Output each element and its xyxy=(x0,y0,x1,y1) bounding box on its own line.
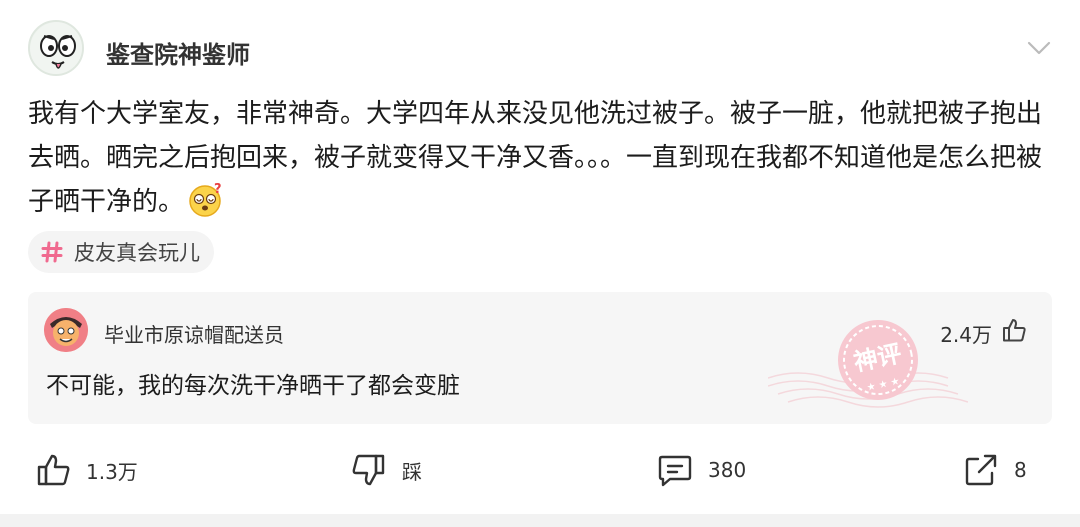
comment-button[interactable]: 380 xyxy=(656,450,746,490)
share-icon xyxy=(965,454,997,486)
chevron-down-icon[interactable] xyxy=(1026,40,1052,56)
topic-tag-label: 皮友真会玩儿 xyxy=(74,241,200,265)
thumbs-down-icon xyxy=(352,454,385,486)
author-avatar[interactable] xyxy=(28,20,84,76)
like-count: 1.3万 xyxy=(86,459,138,484)
dislike-label: 踩 xyxy=(402,459,422,484)
commenter-avatar[interactable] xyxy=(44,308,88,352)
comment-bubble-icon xyxy=(658,455,692,487)
featured-comment[interactable]: 神评 ★ ★ ★ 毕业市原谅帽配送员 2.4万 不可能，我的每次洗干净晒干了都会… xyxy=(28,292,1052,424)
thumbs-up-icon[interactable] xyxy=(1000,316,1028,344)
share-count: 8 xyxy=(1014,458,1027,482)
comment-text: 不可能，我的每次洗干净晒干了都会变脏 xyxy=(46,373,460,399)
topic-tag[interactable]: 皮友真会玩儿 xyxy=(28,231,214,273)
comment-count: 380 xyxy=(708,458,747,482)
thumbs-up-icon xyxy=(37,454,70,486)
like-button[interactable]: 1.3万 xyxy=(34,450,138,490)
post-text: 我有个大学室友，非常神奇。大学四年从来没见他洗过被子。被子一脏，他就把被子抱出去… xyxy=(28,99,1043,217)
svg-text:?: ? xyxy=(214,182,222,197)
hashtag-icon xyxy=(41,241,63,263)
cartoon-face-icon xyxy=(30,22,82,74)
post-content[interactable]: 我有个大学室友，非常神奇。大学四年从来没见他洗过被子。被子一脏，他就把被子抱出去… xyxy=(28,92,1052,224)
author-name[interactable]: 鉴查院神鉴师 xyxy=(106,35,250,70)
share-button[interactable]: 8 xyxy=(962,450,1027,490)
bottom-divider xyxy=(0,514,1080,527)
hot-comment-stamp-icon: 神评 ★ ★ ★ xyxy=(768,320,968,408)
cartoon-avatar-icon xyxy=(44,308,88,352)
dislike-button[interactable]: 踩 xyxy=(350,450,422,490)
action-bar: 1.3万 踩 380 8 xyxy=(0,440,1080,500)
post-header: 鉴查院神鉴师 xyxy=(28,20,1052,80)
confused-face-emoji-icon: ? xyxy=(189,182,222,217)
commenter-name[interactable]: 毕业市原谅帽配送员 xyxy=(104,319,284,348)
comment-like-count: 2.4万 xyxy=(940,323,992,347)
